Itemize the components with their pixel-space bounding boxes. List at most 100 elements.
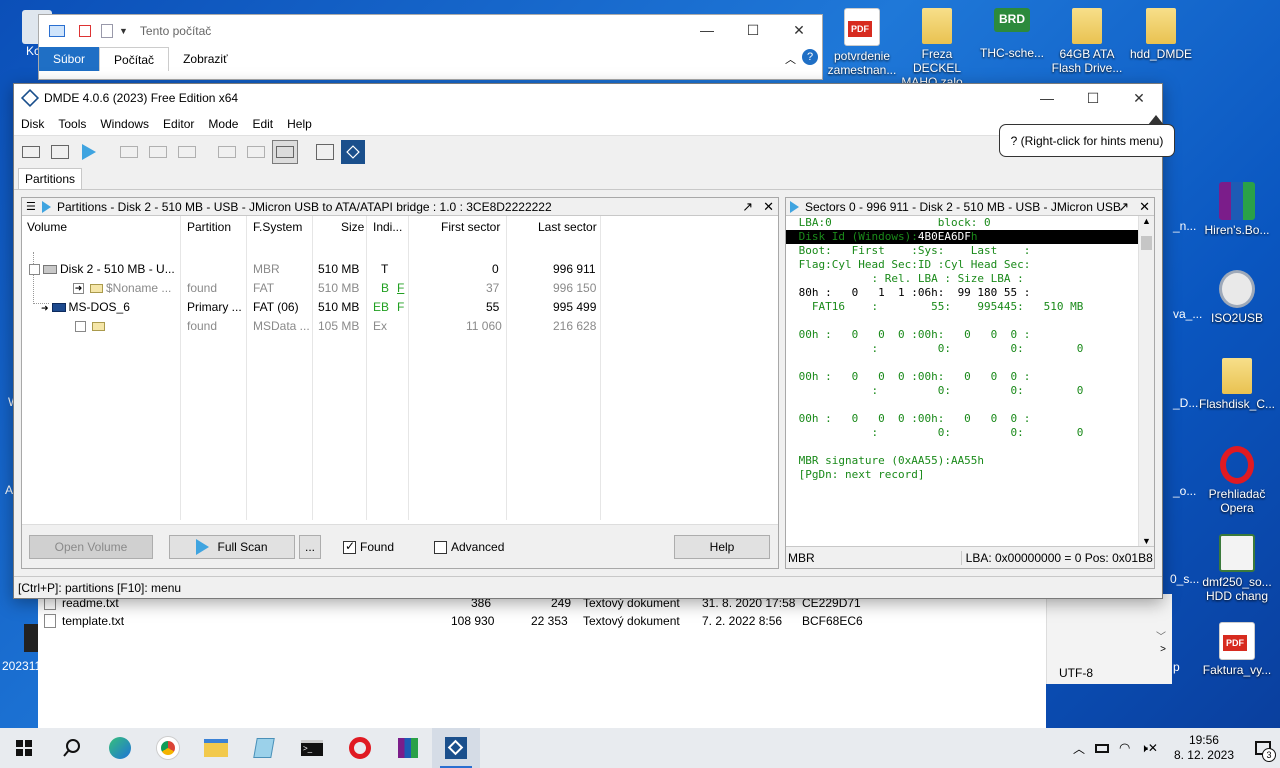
start-button[interactable] <box>0 728 48 768</box>
desktop-icon-opera[interactable]: Prehliadač Opera <box>1198 446 1276 515</box>
row-checkbox[interactable] <box>29 264 40 276</box>
find-icon[interactable] <box>145 140 171 164</box>
view-details-icon[interactable] <box>243 140 269 164</box>
search-button[interactable] <box>48 728 96 768</box>
column-header-volume[interactable]: Volume <box>27 220 67 234</box>
desktop-icon-freza[interactable]: Freza DECKEL MAHO zalo... <box>898 8 976 89</box>
close-button[interactable]: ✕ <box>1116 83 1162 113</box>
scroll-up-icon[interactable]: ▲ <box>1142 216 1151 226</box>
partitions-icon[interactable] <box>47 140 73 164</box>
taskbar-opera[interactable] <box>336 728 384 768</box>
menu-tools[interactable]: Tools <box>51 117 93 131</box>
tree-icon[interactable] <box>116 140 142 164</box>
clock[interactable]: 19:56 8. 12. 2023 <box>1174 733 1234 763</box>
quick-access-dropdown-icon[interactable]: ▼ <box>119 26 128 36</box>
view-list-icon[interactable] <box>214 140 240 164</box>
desktop-icon-64gb[interactable]: 64GB ATA Flash Drive... <box>1048 8 1126 75</box>
ribbon-collapse-icon[interactable]: ︿ <box>785 51 796 67</box>
desktop-icon-thc[interactable]: BRD THC-sche... <box>973 8 1051 60</box>
taskbar-winrar[interactable] <box>384 728 432 768</box>
desktop-icon-iso2usb[interactable]: ISO2USB <box>1198 270 1276 325</box>
taskbar-cmd[interactable]: >_ <box>288 728 336 768</box>
menu-edit[interactable]: Edit <box>245 117 280 131</box>
partition-row-disk[interactable]: Disk 2 - 510 MB - U... MBR 510 MB T 0 99… <box>22 260 602 279</box>
desktop-icon-flashdisk[interactable]: Flashdisk_C... <box>1198 358 1276 411</box>
last-sector: 996 911 <box>553 262 596 276</box>
panel-close-icon[interactable]: ✕ <box>763 199 774 215</box>
view-table-icon[interactable] <box>272 140 298 164</box>
panel-close-icon[interactable]: ✕ <box>1139 199 1150 215</box>
minimize-button[interactable]: — <box>1024 83 1070 113</box>
expand-icon[interactable]: ➜ <box>73 283 84 295</box>
show-hidden-icons-icon[interactable]: ︿ <box>1073 740 1085 757</box>
tab-partitions[interactable]: Partitions <box>18 168 83 189</box>
pdf-file-icon <box>1219 622 1255 660</box>
hints-tooltip[interactable]: ? (Right-click for hints menu) <box>999 115 1175 157</box>
taskbar-file-explorer[interactable] <box>192 728 240 768</box>
column-header-last-sector[interactable]: Last sector <box>538 220 597 234</box>
advanced-checkbox[interactable]: Advanced <box>434 540 504 554</box>
usb-device-icon[interactable] <box>1094 743 1109 753</box>
hex-scrollbar[interactable]: ▲ ▼ <box>1138 216 1154 546</box>
full-scan-button[interactable]: Full Scan <box>169 535 295 559</box>
panel-undock-icon[interactable]: ↗ <box>742 199 753 215</box>
menu-editor[interactable]: Editor <box>156 117 201 131</box>
menu-mode[interactable]: Mode <box>201 117 245 131</box>
column-header-size[interactable]: Size <box>341 220 364 234</box>
partition-row-found[interactable]: found MSData ... 105 MB Ex 11 060 216 62… <box>22 317 602 336</box>
desktop-icon-potvrdenie[interactable]: potvrdenie zamestnan... <box>823 8 901 77</box>
help-button[interactable]: Help <box>674 535 770 559</box>
ribbon-tab-file[interactable]: Súbor <box>39 47 100 71</box>
panel-menu-icon[interactable]: ☰ <box>26 200 38 213</box>
checkbox-box[interactable] <box>434 540 447 554</box>
maximize-button[interactable]: ☐ <box>730 15 776 45</box>
expand-arrow-icon[interactable]: ➜ <box>41 303 49 313</box>
indicator-f: F <box>397 300 405 314</box>
column-header-indicators[interactable]: Indi... <box>373 220 402 234</box>
menu-disk[interactable]: Disk <box>14 117 51 131</box>
minimize-button[interactable]: — <box>684 15 730 45</box>
row-checkbox[interactable] <box>75 321 86 333</box>
taskbar-dmde[interactable] <box>432 728 480 768</box>
maximize-button[interactable]: ☐ <box>1070 83 1116 113</box>
new-icon[interactable] <box>174 140 200 164</box>
desktop-icon-hdd-dmde[interactable]: hdd_DMDE <box>1122 8 1200 61</box>
ribbon-tab-view[interactable]: Zobraziť <box>169 47 242 71</box>
taskbar-notepad[interactable] <box>240 728 288 768</box>
desktop-icon-dmf250[interactable]: dmf250_so... HDD chang <box>1198 534 1276 603</box>
select-drive-icon[interactable] <box>18 140 44 164</box>
scroll-down-icon[interactable]: ﹀ <box>1156 628 1166 643</box>
open-volume-button[interactable]: Open Volume <box>29 535 153 559</box>
hex-view[interactable]: LBA:0 block: 0 Disk Id (Windows):4B0EA6D… <box>786 216 1138 546</box>
notifications-button[interactable]: 3 <box>1246 728 1280 768</box>
close-button[interactable]: ✕ <box>776 15 822 45</box>
column-header-partition[interactable]: Partition <box>187 220 231 234</box>
found-checkbox[interactable]: Found <box>343 539 394 554</box>
scrollbar-thumb[interactable] <box>1141 236 1152 250</box>
file-row[interactable]: template.txt 108 930 22 353 Textový doku… <box>38 612 1046 630</box>
taskbar-chrome[interactable] <box>144 728 192 768</box>
partition-row-noname[interactable]: ➜ $Noname ... found FAT 510 MB B F 37 996… <box>22 279 602 298</box>
new-folder-icon[interactable] <box>101 24 113 38</box>
properties-icon[interactable] <box>79 25 91 37</box>
menu-windows[interactable]: Windows <box>93 117 156 131</box>
ribbon-tab-computer[interactable]: Počítač <box>99 47 170 71</box>
desktop-icon-faktura[interactable]: Faktura_vy... <box>1198 622 1276 677</box>
more-options-button[interactable]: ... <box>299 535 321 559</box>
help-icon[interactable]: ? <box>802 49 818 65</box>
panel-undock-icon[interactable]: ↗ <box>1118 199 1129 215</box>
checkbox-box[interactable] <box>343 539 356 554</box>
taskbar-edge[interactable] <box>96 728 144 768</box>
volume-muted-icon[interactable]: 🕨✕ <box>1140 741 1158 756</box>
partition-row-msdos6[interactable]: ➜ MS-DOS_6 Primary ... FAT (06) 510 MB EB… <box>22 298 602 317</box>
network-icon[interactable]: ◠ <box>1119 740 1130 756</box>
menu-help[interactable]: Help <box>280 117 319 131</box>
column-header-fsystem[interactable]: F.System <box>253 220 302 234</box>
scan-icon[interactable] <box>76 140 102 164</box>
desktop-icon-hirens[interactable]: Hiren's.Bo... <box>1198 182 1276 237</box>
windows-layout-icon[interactable] <box>312 140 338 164</box>
dmde-logo-icon[interactable] <box>341 140 365 164</box>
column-header-first-sector[interactable]: First sector <box>441 220 500 234</box>
scroll-right-icon[interactable]: > <box>1160 644 1166 655</box>
scroll-down-icon[interactable]: ▼ <box>1142 536 1151 546</box>
